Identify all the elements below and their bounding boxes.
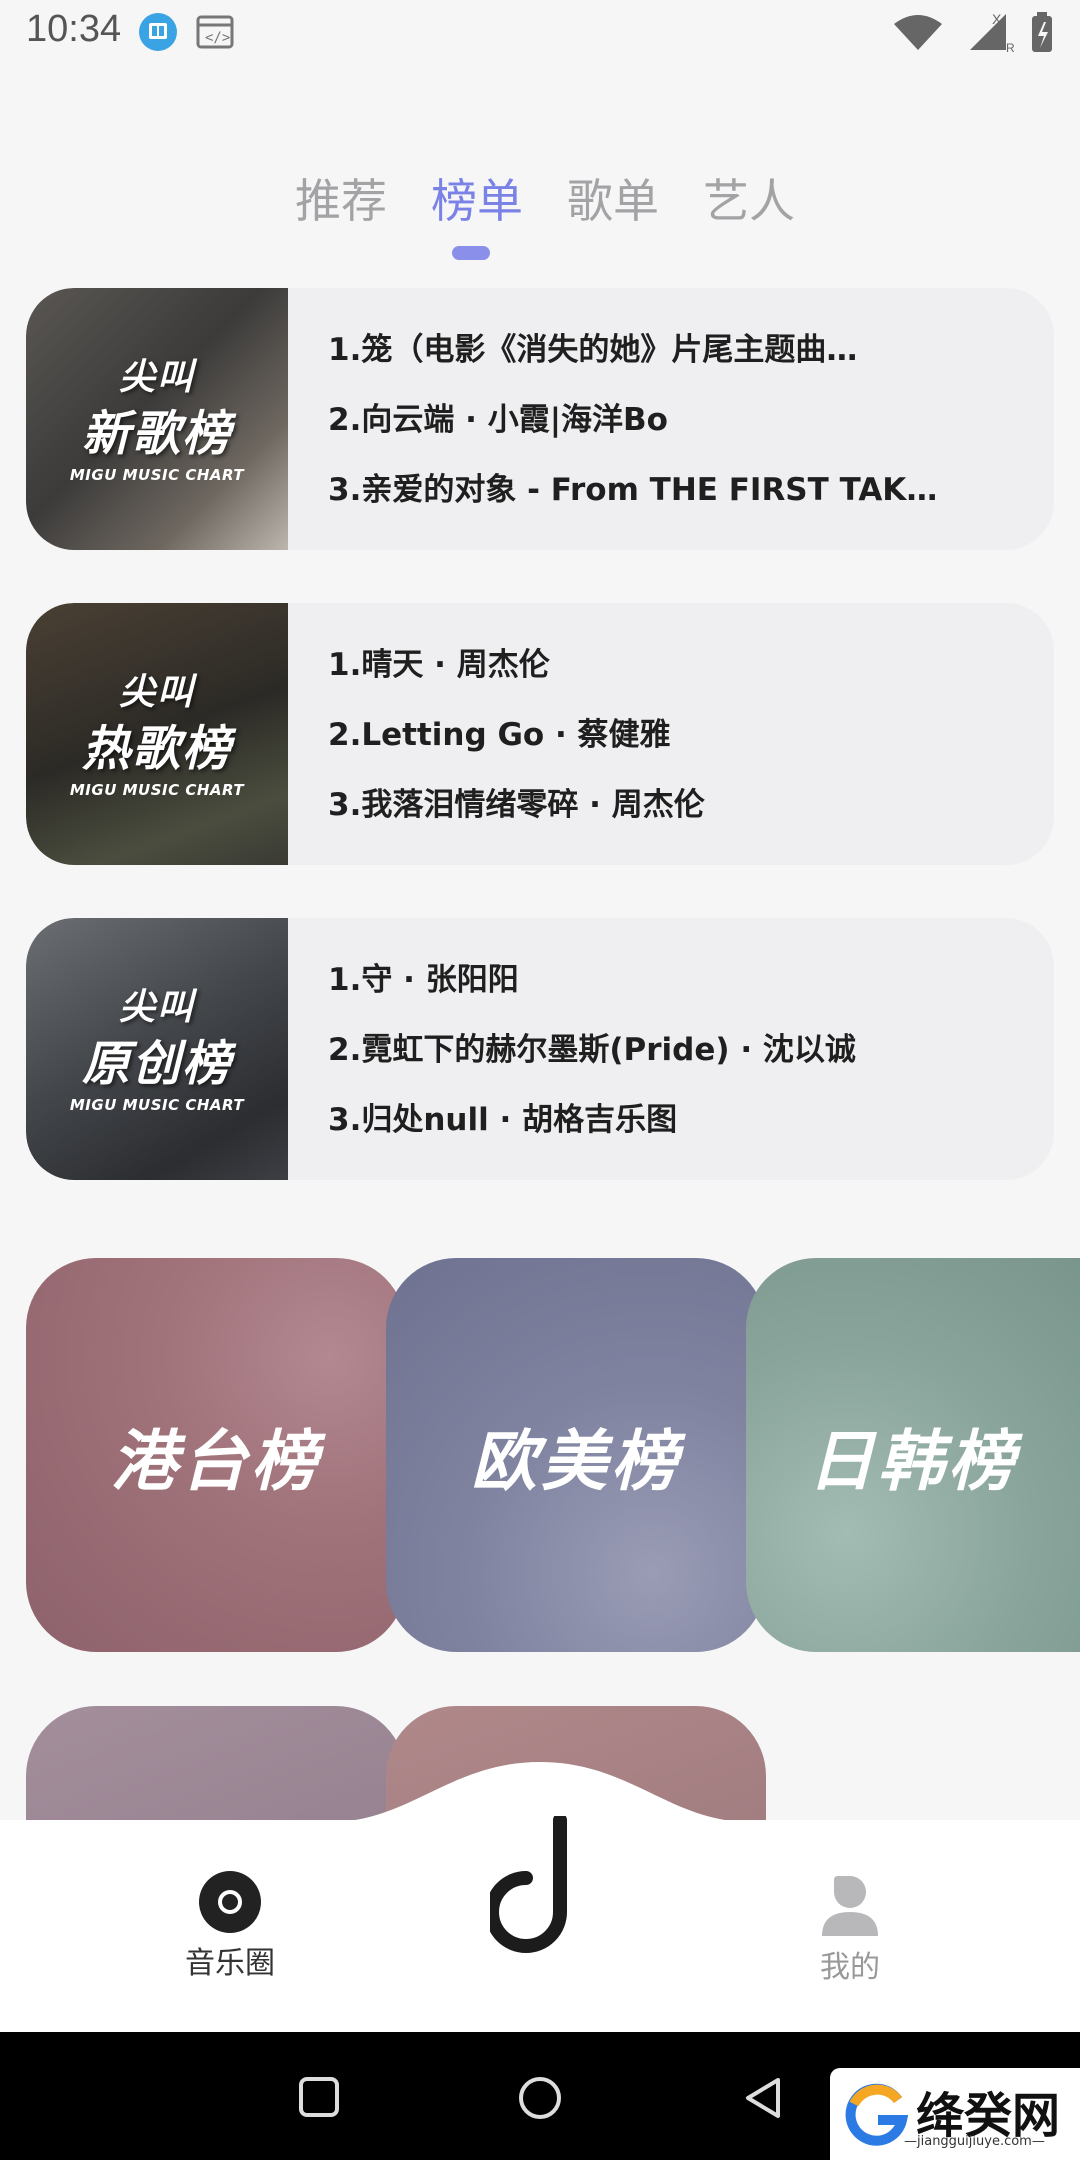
nav-label: 我的 [820,1950,880,1985]
cover-title-line1: 尖叫 [118,672,195,713]
song-list: 1.笼（电影《消失的她》片尾主题曲… 2.向云端 · 小霞|海洋Bo 3.亲爱的… [328,322,1028,532]
chart-cover: 尖叫 原创榜 MIGU MUSIC CHART [26,918,288,1180]
song-list: 1.守 · 张阳阳 2.霓虹下的赫尔墨斯(Pride) · 沈以诚 3.归处nu… [328,952,1028,1162]
region-card-jp-kr[interactable]: 日韩榜 [746,1258,1080,1652]
svg-text:X: X [992,11,1002,27]
region-label: 港台榜 [111,1423,321,1500]
song-item[interactable]: 2.向云端 · 小霞|海洋Bo [328,392,1028,462]
status-icons: X R [894,11,1052,54]
song-list: 1.晴天 · 周杰伦 2.Letting Go · 蔡健雅 3.我落泪情绪零碎 … [328,637,1028,847]
chart-card-hot[interactable]: 尖叫 热歌榜 MIGU MUSIC CHART 1.晴天 · 周杰伦 2.Let… [26,603,1054,865]
app-notification-icon [139,13,177,51]
cover-subtitle: MIGU MUSIC CHART [69,466,245,484]
region-card-hk-tw[interactable]: 港台榜 [26,1258,406,1652]
svg-text:</>: </> [205,30,230,46]
home-icon[interactable] [518,2076,562,2120]
cover-title-line2: 新歌榜 [81,406,232,462]
svg-text:R: R [1006,41,1015,54]
status-bar: 10:34 </> X R [0,0,1080,64]
cover-title-line1: 尖叫 [118,987,195,1028]
cover-subtitle: MIGU MUSIC CHART [69,1096,245,1114]
tab-artists[interactable]: 艺人 [703,165,795,231]
song-item[interactable]: 3.亲爱的对象 - From THE FIRST TAK… [328,462,1028,532]
nav-music-circle[interactable]: 音乐圈 [180,1870,280,1982]
chart-cover: 尖叫 热歌榜 MIGU MUSIC CHART [26,603,288,865]
song-item[interactable]: 2.霓虹下的赫尔墨斯(Pride) · 沈以诚 [328,1022,1028,1092]
top-tabs: 推荐 榜单 歌单 艺人 [0,165,1080,235]
profile-icon [822,1876,878,1936]
song-item[interactable]: 3.归处null · 胡格吉乐图 [328,1092,1028,1162]
wifi-icon [894,15,942,50]
song-item[interactable]: 2.Letting Go · 蔡健雅 [328,707,1028,777]
watermark-url: —jiangguijiuye.com— [904,2134,1045,2149]
back-icon[interactable] [740,2076,784,2120]
song-item[interactable]: 1.守 · 张阳阳 [328,952,1028,1022]
music-note-icon [485,1813,567,1953]
tab-playlists[interactable]: 歌单 [567,165,659,231]
song-item[interactable]: 1.晴天 · 周杰伦 [328,637,1028,707]
tab-recommend[interactable]: 推荐 [295,165,387,231]
music-circle-icon [199,1871,261,1933]
recent-apps-icon[interactable] [298,2076,340,2118]
watermark-logo-icon [845,2083,908,2146]
cover-subtitle: MIGU MUSIC CHART [69,781,245,799]
status-time: 10:34 [26,8,122,50]
chart-cover: 尖叫 新歌榜 MIGU MUSIC CHART [26,288,288,550]
song-item[interactable]: 3.我落泪情绪零碎 · 周杰伦 [328,777,1028,847]
cover-title-line1: 尖叫 [118,357,195,398]
region-label: 日韩榜 [808,1423,1018,1500]
chart-card-original[interactable]: 尖叫 原创榜 MIGU MUSIC CHART 1.守 · 张阳阳 2.霓虹下的… [26,918,1054,1180]
region-label: 欧美榜 [471,1423,681,1500]
region-card-western[interactable]: 欧美榜 [386,1258,766,1652]
tab-indicator [452,246,490,260]
cover-title-line2: 热歌榜 [81,721,232,777]
bottom-navigation: 音乐圈 我的 [0,1762,1080,2032]
nav-profile[interactable]: 我的 [800,1874,900,1986]
chart-card-new[interactable]: 尖叫 新歌榜 MIGU MUSIC CHART 1.笼（电影《消失的她》片尾主题… [26,288,1054,550]
song-item[interactable]: 1.笼（电影《消失的她》片尾主题曲… [328,322,1028,392]
cover-title-line2: 原创榜 [81,1036,232,1092]
nav-player[interactable] [480,1813,600,1960]
code-notification-icon: </> [196,15,234,49]
tab-charts[interactable]: 榜单 [431,165,523,231]
nav-label: 音乐圈 [185,1946,275,1981]
watermark: 绛癸网 —jiangguijiuye.com— [830,2068,1080,2160]
